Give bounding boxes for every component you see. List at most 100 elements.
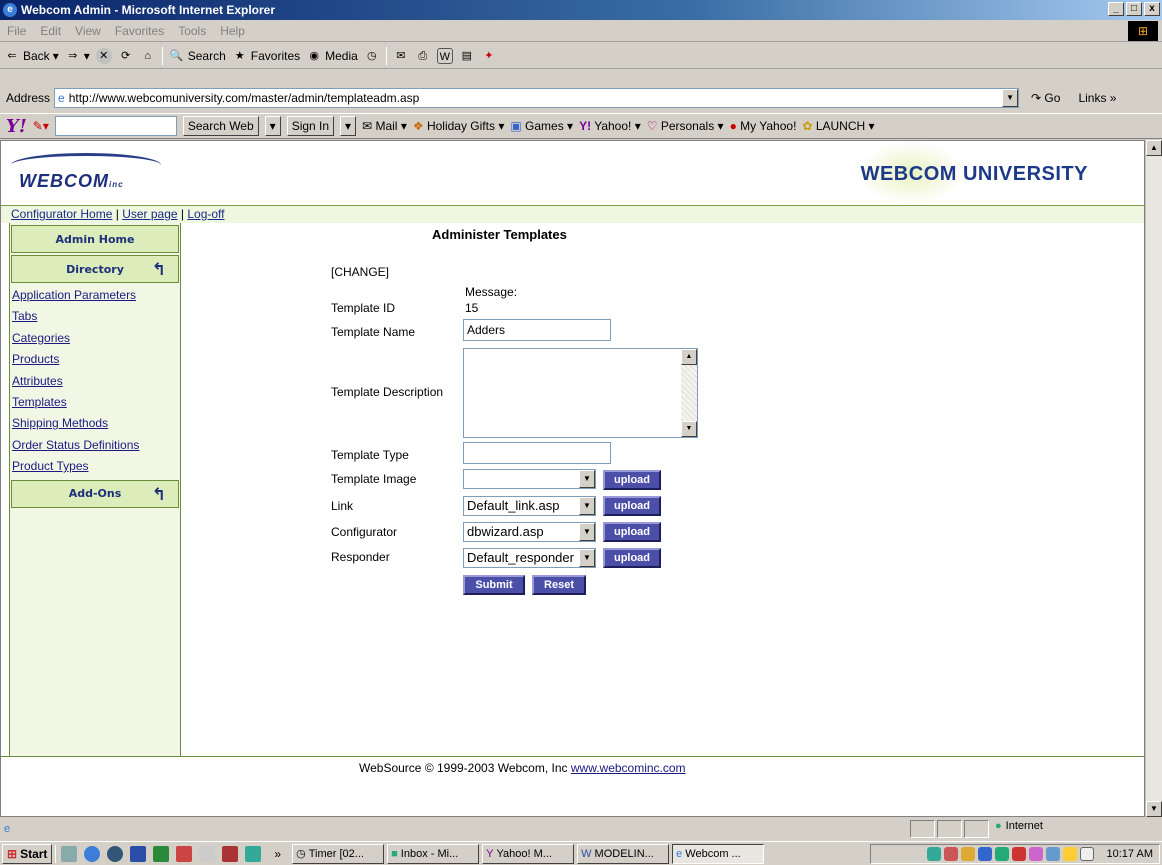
yahoo-search-input[interactable] — [54, 116, 177, 136]
user-page-link[interactable]: User page — [122, 207, 177, 221]
sidebar-item-product-types[interactable]: Product Types — [10, 456, 180, 477]
configurator-upload-button[interactable]: upload — [603, 522, 661, 542]
tray-icon[interactable] — [977, 847, 992, 861]
sidebar-item-products[interactable]: Products — [10, 349, 180, 370]
responder-upload-button[interactable]: upload — [603, 548, 661, 568]
games-link[interactable]: ▣ Games ▾ — [510, 119, 573, 133]
menu-edit[interactable]: Edit — [33, 24, 68, 38]
scroll-down-icon[interactable]: ▼ — [1146, 801, 1162, 817]
sidebar-item-shipping-methods[interactable]: Shipping Methods — [10, 413, 180, 434]
personals-link[interactable]: ♡ Personals ▾ — [647, 119, 724, 133]
search-quicklaunch-icon[interactable] — [199, 845, 216, 862]
sidebar-item-application-parameters[interactable]: Application Parameters — [10, 285, 180, 306]
link-select[interactable]: Default_link.asp ▼ — [463, 496, 596, 516]
edit-icon[interactable]: W — [436, 47, 453, 64]
add-ons-header[interactable]: Add-Ons ↰ — [11, 479, 179, 508]
sidebar-item-order-status-definitions[interactable]: Order Status Definitions — [10, 435, 180, 456]
template-image-upload-button[interactable]: upload — [603, 470, 661, 490]
menu-view[interactable]: View — [68, 24, 108, 38]
configurator-select[interactable]: dbwizard.asp ▼ — [463, 522, 596, 542]
task-yahoo-mail[interactable]: Y Yahoo! M... — [482, 843, 575, 864]
yahoo-link[interactable]: Y! Yahoo! ▾ — [579, 119, 641, 133]
menu-file[interactable]: File — [0, 24, 33, 38]
tray-icon[interactable] — [1045, 847, 1060, 861]
tray-icon[interactable] — [1062, 847, 1077, 861]
sidebar-item-categories[interactable]: Categories — [10, 328, 180, 349]
menu-favorites[interactable]: Favorites — [108, 24, 171, 38]
app-quicklaunch-icon[interactable] — [245, 845, 262, 862]
admin-home-button[interactable]: Admin Home — [11, 225, 179, 253]
address-input[interactable]: e http://www.webcomuniversity.com/master… — [54, 88, 1020, 108]
pencil-icon[interactable]: ✎▾ — [33, 119, 49, 133]
submit-button[interactable]: Submit — [463, 575, 525, 595]
stop-icon[interactable]: ✕ — [95, 47, 112, 64]
media-quicklaunch-icon[interactable] — [107, 845, 124, 862]
media-button[interactable]: ◉ Media — [306, 48, 358, 64]
clock[interactable]: 10:17 AM — [1107, 848, 1153, 860]
ie-quicklaunch-icon[interactable] — [84, 845, 101, 862]
dropdown-arrow-icon[interactable]: ▼ — [579, 470, 595, 488]
scroll-up-icon[interactable]: ▲ — [1146, 140, 1162, 156]
task-webcom[interactable]: e Webcom ... — [672, 843, 765, 864]
mail-icon[interactable]: ✉ — [393, 48, 409, 64]
menu-tools[interactable]: Tools — [171, 24, 213, 38]
tray-icon[interactable] — [994, 847, 1009, 861]
go-button[interactable]: ↷ Go — [1031, 91, 1060, 105]
back-button[interactable]: ⇐ Back ▾ — [4, 48, 59, 64]
maximize-button[interactable]: □ — [1126, 2, 1142, 16]
close-button[interactable]: x — [1144, 2, 1160, 16]
webcom-logo[interactable]: WEBCOMinc — [11, 153, 171, 195]
tray-icon[interactable] — [960, 847, 975, 861]
back-dropdown-icon[interactable]: ▾ — [53, 49, 59, 63]
excel-icon[interactable] — [153, 845, 170, 862]
responder-select[interactable]: Default_responder ▼ — [463, 548, 596, 568]
tray-icon[interactable] — [943, 847, 958, 861]
desktop-icon[interactable] — [61, 845, 78, 862]
task-modeling[interactable]: W MODELIN... — [577, 843, 670, 864]
vertical-scrollbar[interactable]: ▲ ▼ — [1145, 140, 1162, 817]
powerpoint-icon[interactable] — [176, 845, 193, 862]
task-inbox[interactable]: ■ Inbox - Mi... — [387, 843, 480, 864]
favorites-button[interactable]: ★ Favorites — [232, 48, 300, 64]
task-timer[interactable]: ◷ Timer [02... — [292, 843, 385, 864]
link-upload-button[interactable]: upload — [603, 496, 661, 516]
home-icon[interactable]: ⌂ — [140, 48, 156, 64]
refresh-icon[interactable]: ⟳ — [118, 48, 134, 64]
sign-in-dropdown[interactable]: ▾ — [340, 116, 357, 136]
log-off-link[interactable]: Log-off — [187, 207, 224, 221]
minimize-button[interactable]: _ — [1108, 2, 1124, 16]
dropdown-arrow-icon[interactable]: ▼ — [579, 523, 595, 541]
history-icon[interactable]: ◷ — [364, 48, 380, 64]
tray-icon[interactable] — [1028, 847, 1043, 861]
textarea-scrollbar[interactable]: ▲ ▼ — [681, 349, 697, 437]
tray-icon[interactable] — [926, 847, 941, 861]
sidebar-item-templates[interactable]: Templates — [10, 392, 180, 413]
more-chevron-icon[interactable]: » — [274, 847, 281, 861]
tray-icon[interactable] — [1011, 847, 1026, 861]
word-icon[interactable] — [130, 845, 147, 862]
my-yahoo-link[interactable]: ● My Yahoo! — [730, 119, 797, 133]
search-web-dropdown[interactable]: ▾ — [264, 116, 281, 136]
access-icon[interactable] — [222, 845, 239, 862]
template-name-input[interactable]: Adders — [463, 319, 611, 341]
envelope-icon[interactable] — [1079, 847, 1094, 861]
start-button[interactable]: ⊞ Start — [2, 843, 53, 864]
sidebar-item-attributes[interactable]: Attributes — [10, 371, 180, 392]
menu-help[interactable]: Help — [213, 24, 252, 38]
discuss-icon[interactable]: ▤ — [459, 48, 475, 64]
sidebar-item-tabs[interactable]: Tabs — [10, 306, 180, 327]
address-dropdown-icon[interactable]: ▼ — [1002, 89, 1019, 107]
launch-link[interactable]: ✿ LAUNCH ▾ — [802, 119, 874, 133]
template-description-textarea[interactable]: ▲ ▼ — [463, 348, 698, 438]
print-icon[interactable]: ⎙ — [415, 48, 431, 64]
forward-dropdown-icon[interactable]: ▾ — [84, 49, 90, 63]
messenger-icon[interactable]: ✦ — [481, 48, 497, 64]
template-type-input[interactable] — [463, 442, 611, 464]
footer-link[interactable]: www.webcominc.com — [571, 761, 686, 775]
reset-button[interactable]: Reset — [532, 575, 586, 595]
sign-in-button[interactable]: Sign In — [286, 116, 335, 136]
scroll-up-icon[interactable]: ▲ — [681, 349, 697, 365]
holiday-gifts-link[interactable]: ❖ Holiday Gifts ▾ — [413, 119, 505, 133]
template-image-select[interactable]: ▼ — [463, 469, 596, 489]
configurator-home-link[interactable]: Configurator Home — [11, 207, 112, 221]
